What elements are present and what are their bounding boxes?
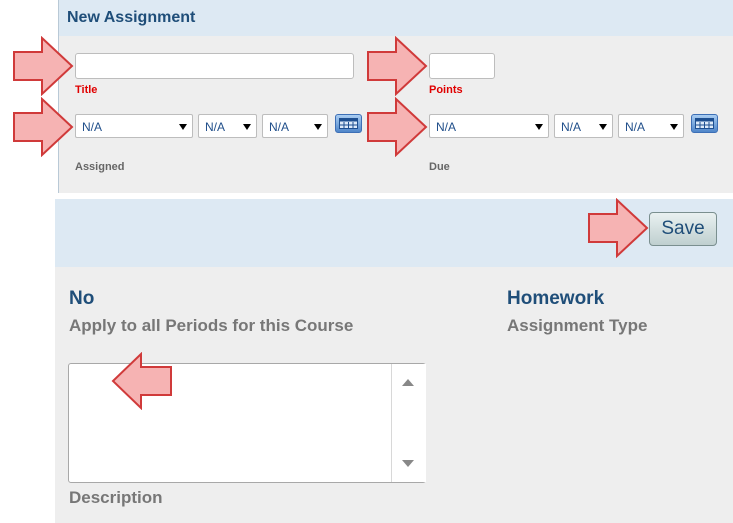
assigned-hour-value: N/A bbox=[205, 120, 226, 134]
chevron-down-icon bbox=[179, 124, 187, 130]
assigned-date-select[interactable]: N/A bbox=[75, 114, 193, 138]
panel-title: New Assignment bbox=[67, 9, 196, 26]
description-label: Description bbox=[69, 488, 163, 507]
save-button[interactable]: Save bbox=[649, 212, 717, 246]
points-input[interactable] bbox=[429, 53, 495, 79]
assignment-type-caption: Assignment Type bbox=[507, 316, 648, 335]
chevron-down-icon bbox=[314, 124, 322, 130]
chevron-down-icon bbox=[670, 124, 678, 130]
assigned-hour-select[interactable]: N/A bbox=[198, 114, 257, 138]
assignment-type-value[interactable]: Homework bbox=[507, 288, 604, 310]
due-calendar-button[interactable] bbox=[691, 114, 718, 133]
assigned-minute-select[interactable]: N/A bbox=[262, 114, 328, 138]
title-input[interactable] bbox=[75, 53, 354, 79]
due-hour-value: N/A bbox=[561, 120, 582, 134]
due-date-value: N/A bbox=[436, 120, 457, 134]
title-label: Title bbox=[75, 84, 98, 96]
arrow-callout-icon bbox=[111, 352, 172, 410]
assigned-date-value: N/A bbox=[82, 120, 103, 134]
apply-periods-value[interactable]: No bbox=[69, 288, 94, 310]
due-date-select[interactable]: N/A bbox=[429, 114, 549, 138]
due-hour-select[interactable]: N/A bbox=[554, 114, 613, 138]
arrow-callout-icon bbox=[13, 36, 74, 96]
due-minute-select[interactable]: N/A bbox=[618, 114, 684, 138]
calendar-icon bbox=[339, 118, 358, 129]
arrow-callout-icon bbox=[13, 97, 74, 157]
assigned-label: Assigned bbox=[75, 161, 125, 173]
assigned-calendar-button[interactable] bbox=[335, 114, 362, 133]
chevron-down-icon bbox=[535, 124, 543, 130]
scroll-up-icon[interactable] bbox=[402, 379, 414, 386]
arrow-callout-icon bbox=[367, 97, 428, 157]
due-minute-value: N/A bbox=[625, 120, 646, 134]
chevron-down-icon bbox=[599, 124, 607, 130]
chevron-down-icon bbox=[243, 124, 251, 130]
due-label: Due bbox=[429, 161, 450, 173]
assigned-minute-value: N/A bbox=[269, 120, 290, 134]
apply-periods-caption: Apply to all Periods for this Course bbox=[69, 316, 354, 335]
arrow-callout-icon bbox=[588, 198, 649, 258]
scroll-down-icon[interactable] bbox=[402, 460, 414, 467]
calendar-icon bbox=[695, 118, 714, 129]
arrow-callout-icon bbox=[367, 36, 428, 96]
points-label: Points bbox=[429, 84, 463, 96]
